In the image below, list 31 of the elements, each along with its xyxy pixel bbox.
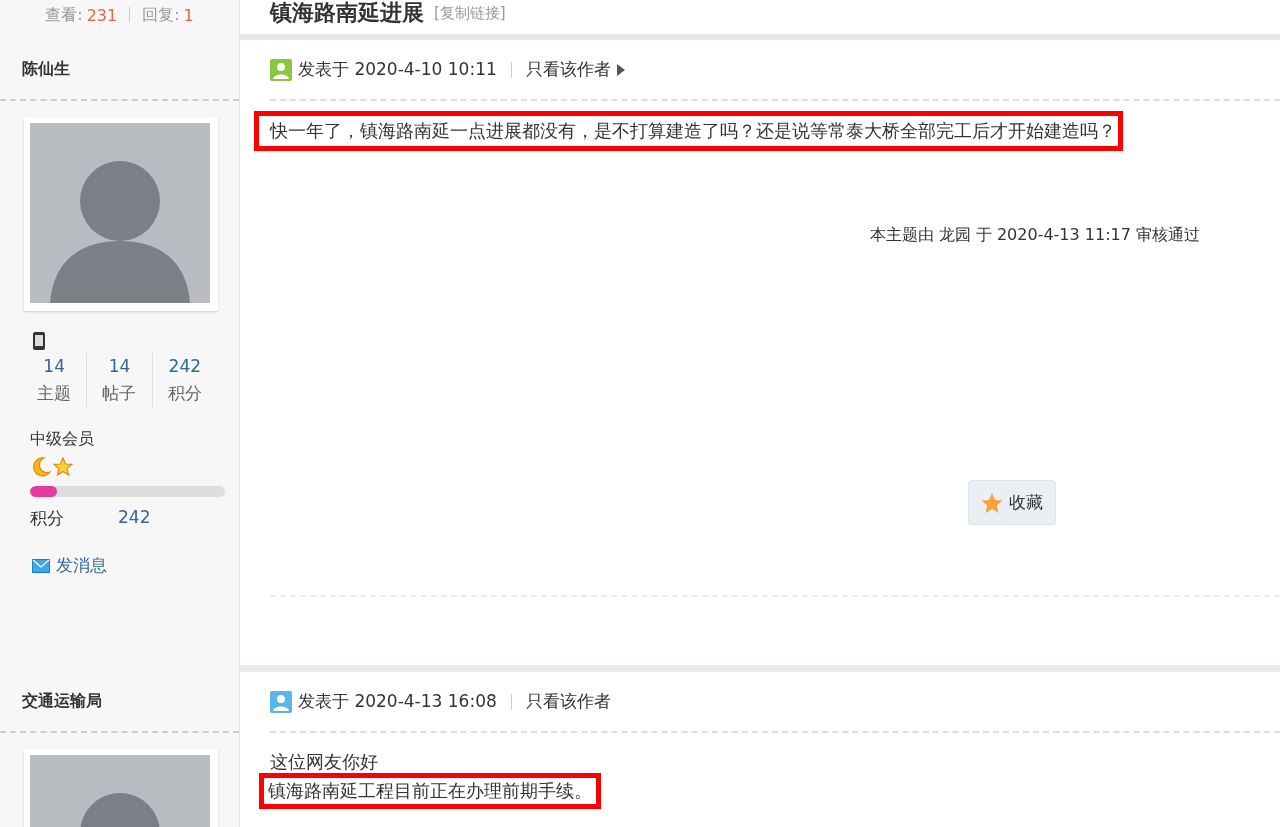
post-text: 这位网友你好 xyxy=(269,750,379,774)
replies-label: 回复: xyxy=(142,4,180,26)
stat-value[interactable]: 242 xyxy=(168,353,202,380)
stat-value[interactable]: 14 xyxy=(108,353,131,380)
post-date: 发表于 2020-4-13 16:08 xyxy=(298,690,497,713)
points-label: 积分 xyxy=(30,507,64,530)
views-count: 231 xyxy=(86,5,118,25)
stat-value[interactable]: 14 xyxy=(43,353,65,380)
post-date: 发表于 2020-4-10 10:11 xyxy=(298,58,497,81)
replies-count: 1 xyxy=(183,5,194,25)
thread-title: 镇海路南延进展 xyxy=(270,0,424,27)
stat-label: 主题 xyxy=(37,382,72,405)
stat-label: 积分 xyxy=(167,382,202,405)
author-only-link[interactable]: 只看该作者 xyxy=(525,690,611,713)
mobile-phone-icon xyxy=(32,331,46,351)
author-name[interactable]: 陈仙生 xyxy=(22,59,70,80)
member-rank: 中级会员 xyxy=(30,429,95,450)
star-icon xyxy=(981,491,1003,514)
moon-icon xyxy=(30,456,52,478)
points-value: 242 xyxy=(118,507,151,529)
envelope-icon xyxy=(32,558,50,573)
moderation-note: 本主题由 龙园 于 2020-4-13 11:17 审核通过 xyxy=(868,225,1200,246)
favorite-button[interactable]: 收藏 xyxy=(968,480,1056,525)
post-text: 快一年了，镇海路南延一点进展都没有，是不打算建造了吗？还是说等常泰大桥全部完工后才开始建造吗？ xyxy=(254,111,1123,151)
stat-label: 帖子 xyxy=(102,382,137,405)
star-icon xyxy=(53,457,73,477)
post-text: 镇海路南延工程目前正在办理前期手续。 xyxy=(259,773,601,809)
send-message-link[interactable]: 发消息 xyxy=(56,554,107,577)
author-only-link[interactable]: 只看该作者 xyxy=(525,58,611,81)
author-name[interactable]: 交通运输局 xyxy=(22,691,102,712)
views-label: 查看: xyxy=(45,4,83,26)
